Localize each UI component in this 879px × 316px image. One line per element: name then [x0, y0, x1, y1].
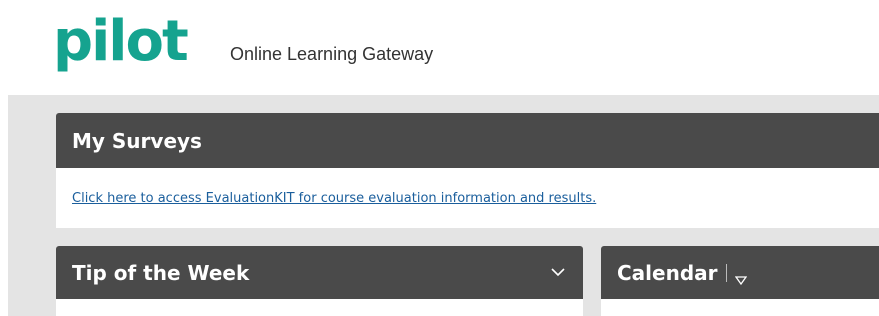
site-header: pilot Online Learning Gateway: [0, 0, 879, 95]
my-surveys-title: My Surveys: [72, 128, 202, 153]
calendar-title-separator: [725, 263, 727, 282]
tip-of-the-week-title: Tip of the Week: [72, 260, 250, 285]
chevron-down-icon[interactable]: [551, 266, 565, 280]
tip-of-the-week-module: Tip of the Week: [56, 246, 583, 316]
pilot-logo[interactable]: pilot: [53, 10, 189, 74]
calendar-header: Calendar: [601, 246, 879, 299]
tip-of-the-week-header: Tip of the Week: [56, 246, 583, 299]
triangle-down-icon[interactable]: [734, 267, 747, 285]
evaluationkit-link[interactable]: Click here to access EvaluationKIT for c…: [72, 191, 596, 206]
site-tagline: Online Learning Gateway: [230, 44, 434, 64]
my-surveys-body: Click here to access EvaluationKIT for c…: [56, 168, 879, 228]
calendar-module: Calendar: [601, 246, 879, 316]
tip-of-the-week-body: [56, 299, 583, 316]
calendar-title: Calendar: [617, 260, 718, 285]
my-surveys-module: My Surveys Click here to access Evaluati…: [56, 113, 879, 228]
my-surveys-header: My Surveys: [56, 113, 879, 168]
calendar-body: [601, 299, 879, 316]
